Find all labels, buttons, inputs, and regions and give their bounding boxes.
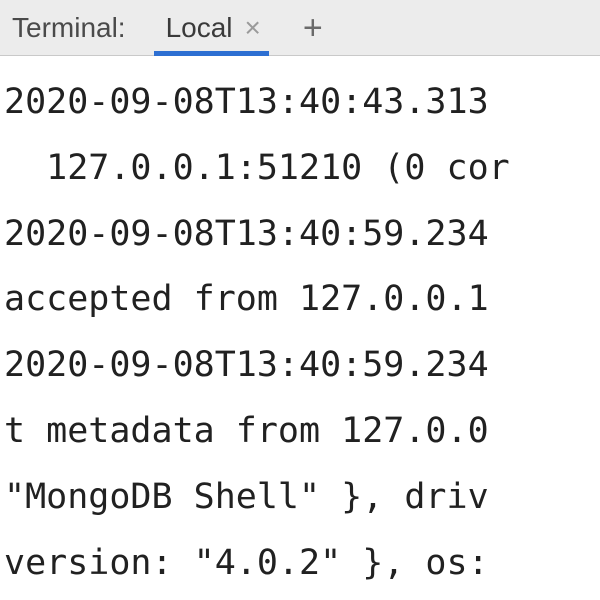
terminal-line: version: "4.0.2" }, os: (4, 543, 489, 583)
terminal-header: Terminal: Local × + (0, 0, 600, 56)
terminal-line: "MongoDB Shell" }, driv (4, 477, 489, 517)
terminal-line: accepted from 127.0.0.1 (4, 279, 489, 319)
tab-local[interactable]: Local × (156, 0, 267, 55)
terminal-line: 2020-09-08T13:40:59.234 (4, 214, 489, 254)
terminal-line: 127.0.0.1:51210 (0 cor (4, 148, 510, 188)
tab-label: Local (162, 12, 237, 44)
terminal-line: 2020-09-08T13:40:59.234 (4, 345, 489, 385)
terminal-output[interactable]: 2020-09-08T13:40:43.313 127.0.0.1:51210 … (0, 56, 600, 596)
close-icon[interactable]: × (245, 14, 261, 42)
new-tab-button[interactable]: + (303, 11, 323, 45)
terminal-line: 2020-09-08T13:40:43.313 (4, 82, 489, 122)
panel-title: Terminal: (12, 12, 126, 44)
terminal-line: t metadata from 127.0.0 (4, 411, 489, 451)
